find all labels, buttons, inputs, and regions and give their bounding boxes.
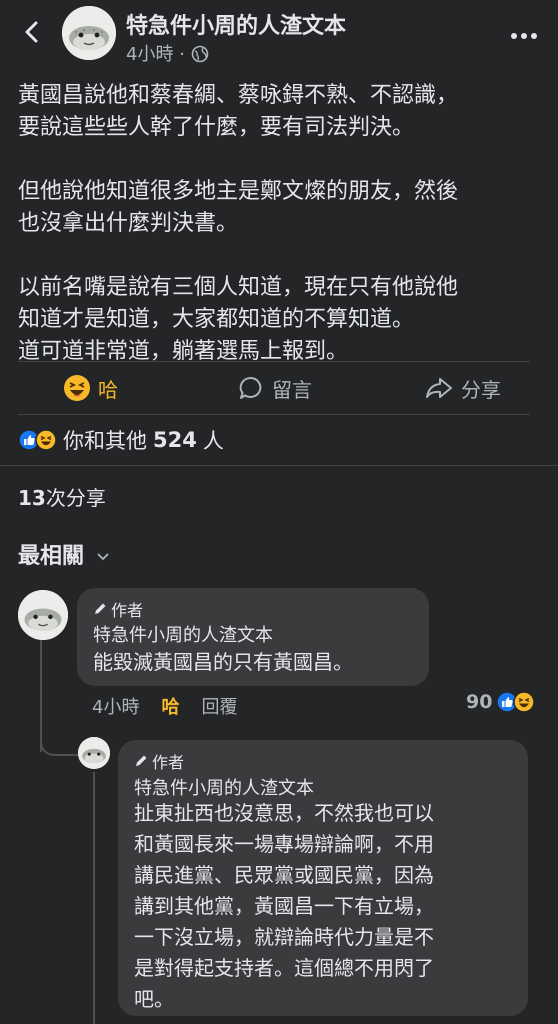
divider [0, 465, 558, 466]
haha-reaction-button[interactable]: 哈 [62, 364, 118, 412]
post-paragraph: 以前名嘴是說有三個人知道，現在只有他說他 知道才是知道，大家都知道的不算知道。 … [18, 275, 459, 364]
author-tag-label: 作者 [111, 601, 144, 620]
more-horizontal-icon[interactable] [510, 18, 538, 48]
comment-icon [238, 375, 264, 401]
post-paragraph: 但他說他知道很多地主是鄭文燦的朋友，然後 也沒拿出什麼判決書。 [18, 179, 459, 236]
author-badge: 作者 [93, 597, 143, 621]
haha-icon [513, 691, 536, 713]
post-header: 特急件小周的人渣文本 4小時 · [0, 0, 558, 70]
comment-time[interactable]: 4小時 [92, 693, 139, 719]
page-name[interactable]: 特急件小周的人渣文本 [126, 8, 346, 40]
reply-bubble: 作者 特急件小周的人渣文本 扯東扯西也沒意思，不然我也可以 和黃國長來一場專場辯… [118, 740, 528, 1016]
share-count-number: 13 [18, 486, 46, 510]
thread-connector [40, 740, 78, 756]
post-body: 黃國昌說他和蔡春綢、蔡咏鍀不熟、不認識， 要說這些些人幹了什麼，要有司法判決。 … [18, 80, 548, 368]
comment-author-name[interactable]: 特急件小周的人渣文本 [93, 621, 273, 647]
share-icon [425, 375, 453, 401]
divider [18, 414, 530, 415]
comment-haha-button[interactable]: 哈 [161, 693, 179, 719]
author-badge: 作者 [134, 749, 184, 773]
haha-icon [62, 373, 92, 403]
comment-author-avatar[interactable] [18, 590, 68, 640]
sort-label: 最相關 [18, 544, 85, 569]
reaction-count: 524 [153, 428, 197, 452]
chevron-left-icon[interactable] [18, 18, 46, 46]
share-label: 分享 [461, 377, 501, 402]
post-meta: 4小時 · [126, 40, 209, 68]
pencil-icon [93, 602, 107, 616]
haha-icon [35, 429, 57, 451]
reply-text: 扯東扯西也沒意思，不然我也可以 和黃國長來一場專場辯論啊，不用 講民進黨、民眾黨… [134, 801, 434, 1011]
share-count-label: 次分享 [45, 486, 106, 510]
comment-sort-dropdown[interactable]: 最相關 [18, 538, 109, 570]
share-button[interactable]: 分享 [425, 364, 501, 412]
page-avatar[interactable] [62, 6, 116, 60]
reaction-text-prefix: 你和其他 [63, 429, 147, 453]
comment-reaction-number: 90 [466, 691, 493, 713]
author-tag-label: 作者 [152, 753, 185, 772]
divider [18, 361, 530, 362]
comment-reply-button[interactable]: 回覆 [201, 693, 237, 719]
share-count[interactable]: 13次分享 [18, 482, 106, 511]
comment-label: 留言 [272, 377, 312, 402]
comment-bubble: 作者 特急件小周的人渣文本 能毀滅黃國昌的只有黃國昌。 [77, 588, 429, 686]
post-time[interactable]: 4小時 [126, 44, 173, 65]
reply-author-avatar[interactable] [78, 737, 110, 769]
post-paragraph: 黃國昌說他和蔡春綢、蔡咏鍀不熟、不認識， 要說這些些人幹了什麼，要有司法判決。 [18, 83, 459, 140]
reply-author-name[interactable]: 特急件小周的人渣文本 [134, 774, 314, 800]
haha-label: 哈 [98, 377, 118, 402]
meta-separator: · [179, 44, 185, 65]
chevron-down-icon [97, 542, 109, 567]
comment-actions: 4小時 哈 回覆 [92, 693, 237, 719]
comment-button[interactable]: 留言 [238, 364, 312, 412]
globe-icon [191, 45, 209, 68]
thread-line [93, 772, 95, 1024]
reaction-summary[interactable]: 你和其他 524 人 [18, 425, 224, 455]
reaction-text-suffix: 人 [202, 429, 224, 453]
pencil-icon [134, 754, 148, 768]
thread-line [40, 640, 42, 752]
comment-text: 能毀滅黃國昌的只有黃國昌。 [93, 650, 353, 674]
comment-reaction-count[interactable]: 90 [466, 691, 536, 713]
